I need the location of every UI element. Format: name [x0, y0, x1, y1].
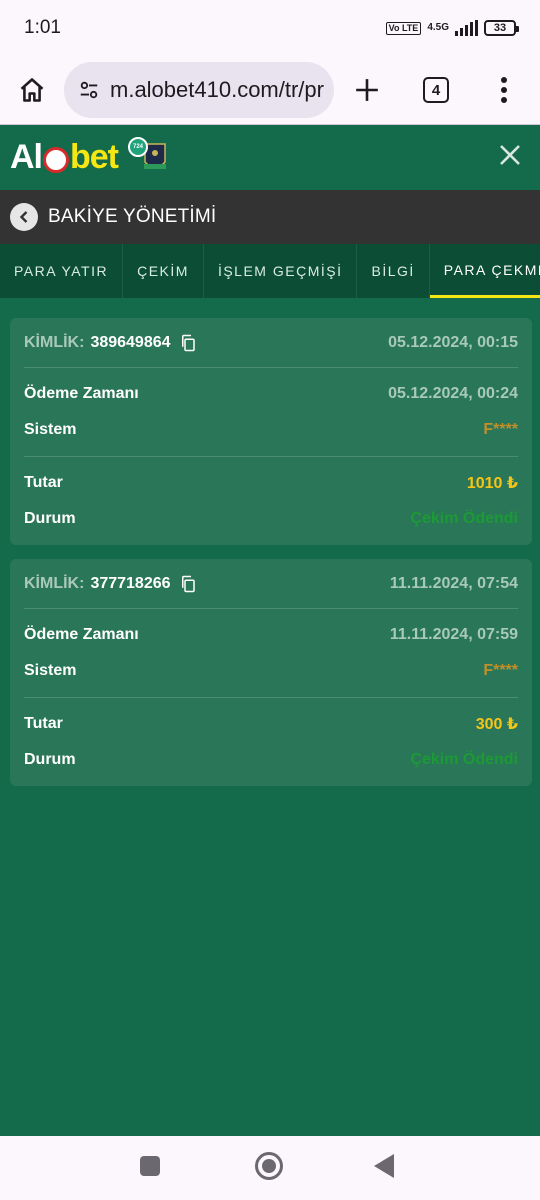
- section-bar: BAKİYE YÖNETİMİ: [0, 190, 540, 244]
- address-bar[interactable]: m.alobet410.com/tr/pr: [64, 62, 334, 118]
- status-value: Çekim Ödendi: [410, 751, 518, 768]
- home-button[interactable]: [0, 56, 64, 124]
- tab-transaction-history[interactable]: İŞLEM GEÇMİŞİ: [204, 244, 358, 298]
- row-status: Durum Çekim Ödendi: [24, 742, 518, 778]
- logo-text-bet: bet: [70, 138, 119, 176]
- battery-icon: 33: [484, 20, 519, 36]
- site-settings-icon[interactable]: [78, 79, 100, 101]
- new-tab-button[interactable]: [334, 56, 400, 124]
- card-header: KİMLİK: 377718266 11.11.2024, 07:54: [24, 559, 518, 609]
- card-group-payment: Ödeme Zamanı 11.11.2024, 07:59 Sistem F*…: [24, 609, 518, 698]
- system-label: Sistem: [24, 421, 77, 438]
- plus-icon: [356, 79, 378, 101]
- id-value: 389649864: [90, 333, 171, 351]
- more-vert-icon: [501, 77, 507, 103]
- logo-text-al: Al: [10, 138, 43, 176]
- row-system: Sistem F****: [24, 412, 518, 448]
- payment-time-value: 05.12.2024, 00:24: [388, 385, 518, 402]
- balance-tabs: PARA YATIR ÇEKİM İŞLEM GEÇMİŞİ BİLGİ PAR…: [0, 244, 540, 298]
- battery-level: 33: [493, 22, 507, 34]
- withdrawal-card: KİMLİK: 377718266 11.11.2024, 07:54 Ödem…: [10, 559, 532, 786]
- card-group-amount: Tutar 1010 ₺ Durum Çekim Ödendi: [24, 457, 518, 545]
- id-label: KİMLİK:: [24, 574, 85, 592]
- row-payment-time: Ödeme Zamanı 11.11.2024, 07:59: [24, 617, 518, 653]
- status-bar: 1:01 Vo LTE 4.5G 33: [0, 0, 540, 56]
- system-value: F****: [483, 421, 518, 438]
- payment-time-value: 11.11.2024, 07:59: [389, 626, 518, 643]
- status-label: Durum: [24, 510, 76, 527]
- row-amount: Tutar 1010 ₺: [24, 465, 518, 501]
- alobet-logo[interactable]: Al bet 724: [10, 133, 148, 183]
- tab-withdrawal-status[interactable]: PARA ÇEKME DU: [429, 244, 540, 298]
- close-icon[interactable]: [498, 143, 522, 167]
- withdrawal-card: KİMLİK: 389649864 05.12.2024, 00:15 Ödem…: [10, 318, 532, 545]
- home-icon: [20, 78, 44, 102]
- tab-withdraw[interactable]: ÇEKİM: [123, 244, 204, 298]
- amount-label: Tutar: [24, 474, 63, 491]
- status-label: Durum: [24, 751, 76, 768]
- system-value: F****: [483, 662, 518, 679]
- card-header: KİMLİK: 389649864 05.12.2024, 00:15: [24, 318, 518, 368]
- section-title: BAKİYE YÖNETİMİ: [48, 206, 217, 227]
- amount-label: Tutar: [24, 715, 63, 732]
- volte-icon: Vo LTE: [385, 21, 422, 35]
- chevron-left-icon: [19, 211, 28, 223]
- row-status: Durum Çekim Ödendi: [24, 501, 518, 537]
- recents-button[interactable]: [140, 1156, 160, 1176]
- withdrawal-list: KİMLİK: 389649864 05.12.2024, 00:15 Ödem…: [10, 318, 532, 800]
- row-amount: Tutar 300 ₺: [24, 706, 518, 742]
- id-value: 377718266: [90, 574, 171, 592]
- card-group-payment: Ödeme Zamanı 05.12.2024, 00:24 Sistem F*…: [24, 368, 518, 457]
- status-value: Çekim Ödendi: [410, 510, 518, 527]
- tab-count: 4: [423, 77, 449, 103]
- android-nav-bar: [0, 1136, 540, 1200]
- back-button[interactable]: [10, 203, 38, 231]
- home-nav-button[interactable]: [255, 1152, 283, 1180]
- id-label: KİMLİK:: [24, 333, 85, 351]
- copy-icon[interactable]: [179, 575, 197, 593]
- copy-icon[interactable]: [179, 334, 197, 352]
- payment-time-label: Ödeme Zamanı: [24, 626, 139, 643]
- back-nav-button[interactable]: [374, 1154, 394, 1178]
- logo-badge: 724: [128, 136, 148, 157]
- browser-menu-button[interactable]: [472, 56, 536, 124]
- network-type: 4.5G: [427, 22, 449, 33]
- created-date: 11.11.2024, 07:54: [389, 574, 518, 592]
- amount-value: 1010 ₺: [466, 475, 518, 492]
- payment-time-label: Ödeme Zamanı: [24, 385, 139, 402]
- browser-toolbar: m.alobet410.com/tr/pr 4: [0, 56, 540, 124]
- card-group-amount: Tutar 300 ₺ Durum Çekim Ödendi: [24, 698, 518, 786]
- system-label: Sistem: [24, 662, 77, 679]
- logo-ball-icon: [43, 146, 69, 173]
- status-icons: Vo LTE 4.5G 33: [385, 20, 519, 36]
- tab-switcher-button[interactable]: 4: [400, 56, 472, 124]
- tab-deposit[interactable]: PARA YATIR: [0, 244, 124, 298]
- row-payment-time: Ödeme Zamanı 05.12.2024, 00:24: [24, 376, 518, 412]
- row-system: Sistem F****: [24, 653, 518, 689]
- signal-icon: [455, 20, 478, 36]
- url-text[interactable]: m.alobet410.com/tr/pr: [110, 77, 324, 103]
- created-date: 05.12.2024, 00:15: [388, 333, 518, 351]
- amount-value: 300 ₺: [475, 716, 518, 733]
- tab-info[interactable]: BİLGİ: [357, 244, 430, 298]
- status-time: 1:01: [24, 17, 61, 38]
- site-header: Al bet 724: [0, 125, 540, 190]
